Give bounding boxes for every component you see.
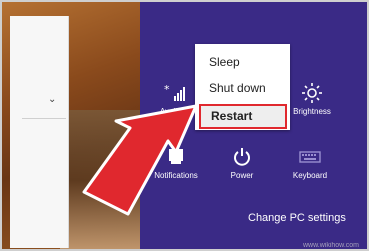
tile-keyboard[interactable]: Keyboard bbox=[278, 146, 342, 180]
menu-item-restart-highlight[interactable]: Restart bbox=[199, 104, 287, 129]
window-divider bbox=[22, 118, 66, 119]
app-window bbox=[10, 16, 69, 248]
chevron-down-icon[interactable]: ⌄ bbox=[48, 94, 56, 105]
change-pc-settings-link[interactable]: Change PC settings bbox=[248, 212, 346, 224]
tile-notifications[interactable]: Notifications bbox=[144, 146, 208, 180]
power-icon bbox=[210, 146, 274, 168]
keyboard-icon bbox=[278, 146, 342, 168]
watermark: www.wikihow.com bbox=[302, 242, 359, 249]
menu-item-restart[interactable]: Restart bbox=[201, 106, 285, 127]
desktop-photo bbox=[60, 110, 140, 251]
notifications-icon bbox=[144, 146, 208, 168]
tile-notifications-label: Notifications bbox=[154, 171, 198, 180]
menu-item-shut-down[interactable]: Shut down bbox=[195, 75, 290, 101]
tile-power-label: Power bbox=[230, 171, 254, 180]
tile-power[interactable]: Power bbox=[210, 146, 274, 180]
tile-keyboard-label: Keyboard bbox=[292, 171, 328, 180]
menu-item-sleep[interactable]: Sleep bbox=[195, 49, 290, 75]
svg-text:*: * bbox=[164, 84, 170, 96]
